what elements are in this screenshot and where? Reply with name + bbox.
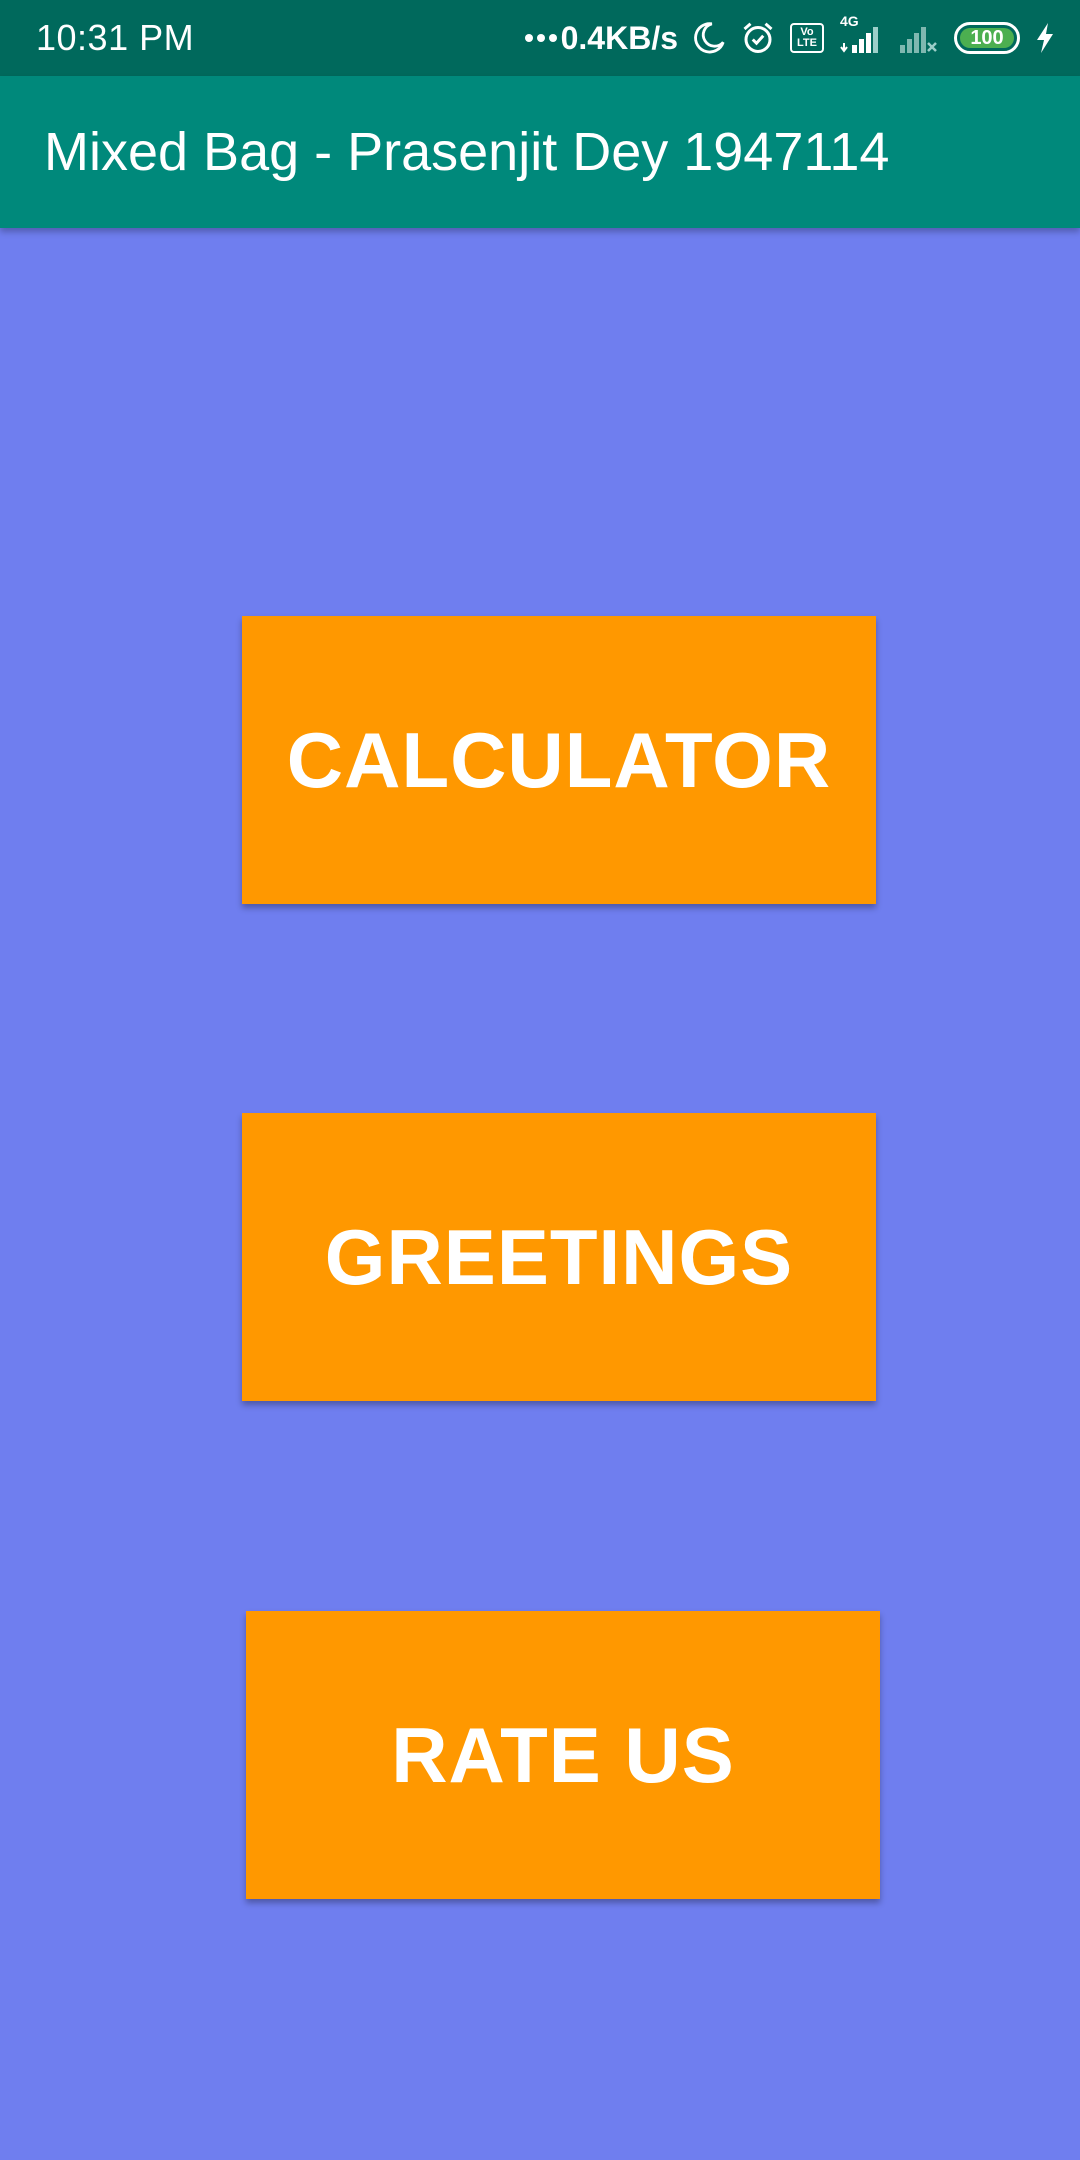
calculator-button[interactable]: CALCULATOR: [242, 616, 876, 904]
app-title: Mixed Bag - Prasenjit Dey 1947114: [44, 122, 890, 182]
volte-icon: Vo LTE: [790, 23, 824, 53]
alarm-icon: [740, 20, 776, 56]
greetings-button[interactable]: GREETINGS: [242, 1113, 876, 1401]
status-time: 10:31 PM: [36, 17, 195, 58]
signal-no-service-icon: [896, 21, 940, 55]
moon-icon: [692, 21, 726, 55]
status-bar: 10:31 PM 0.4KB/s Vo LTE 4G 100: [0, 0, 1080, 76]
signal-4g-icon: 4G: [838, 13, 882, 55]
charging-bolt-icon: [1034, 21, 1056, 55]
battery-icon: 100: [954, 22, 1020, 54]
network-type-label: 4G: [840, 13, 859, 29]
app-bar: Mixed Bag - Prasenjit Dey 1947114: [0, 76, 1080, 228]
more-dots-icon: [524, 34, 557, 42]
network-speed-text: 0.4KB/s: [560, 19, 678, 56]
rate-us-button[interactable]: RATE US: [246, 1611, 880, 1899]
status-icons: 0.4KB/s Vo LTE 4G 100: [524, 13, 1056, 57]
battery-level: 100: [970, 26, 1004, 49]
volte-bottom-text: LTE: [797, 37, 817, 49]
network-speed: 0.4KB/s: [524, 19, 678, 57]
